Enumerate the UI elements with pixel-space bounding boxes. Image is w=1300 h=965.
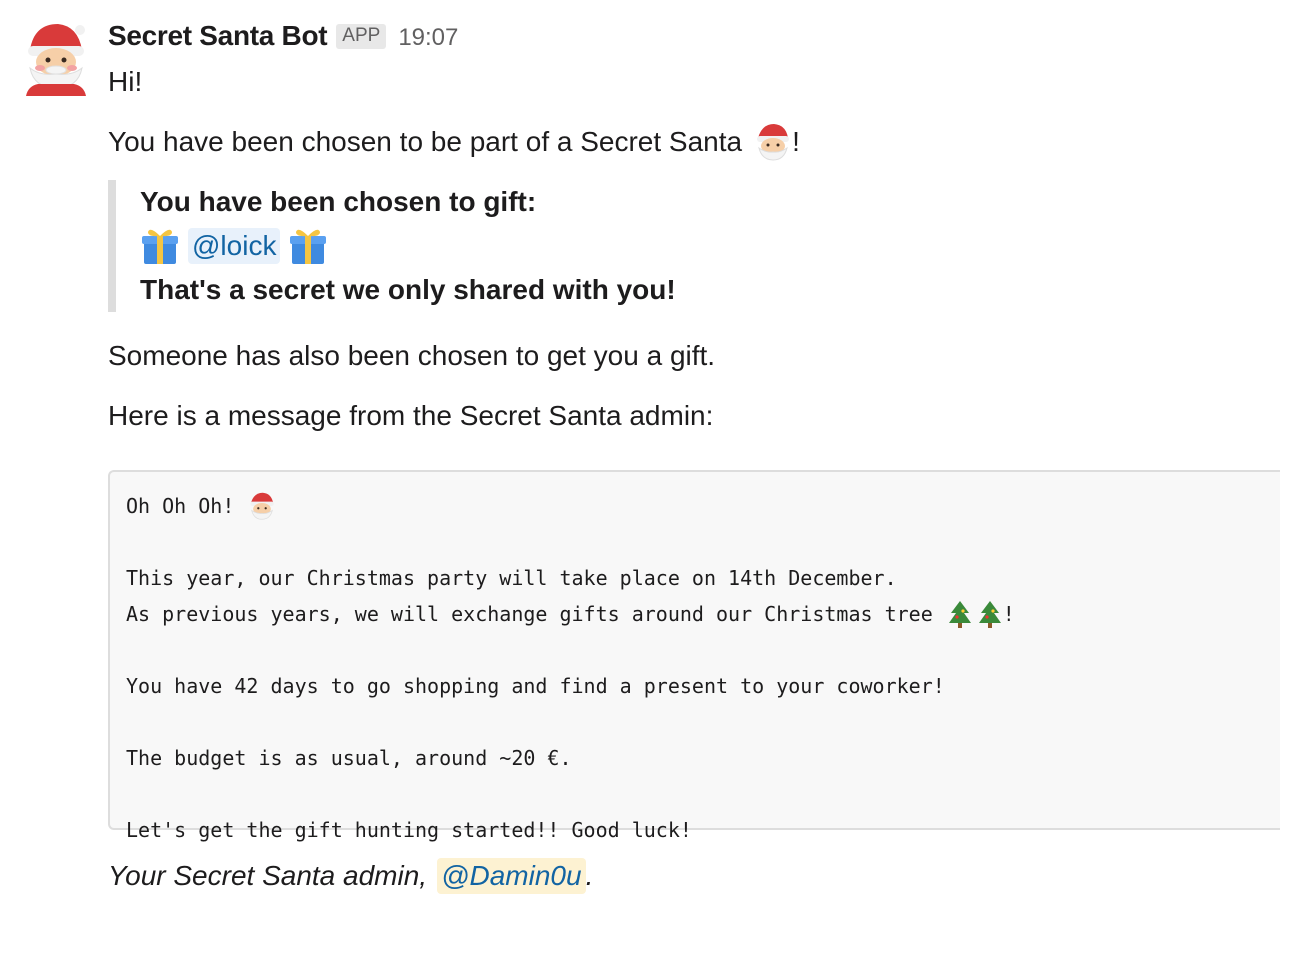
greeting-text: Hi! (108, 66, 143, 97)
admin-code-block: Oh Oh Oh! This year, our Christmas party… (108, 470, 1280, 842)
sender-name[interactable]: Secret Santa Bot (108, 20, 328, 52)
code-line: The budget is as usual, around ~20 €. (126, 746, 572, 770)
santa-avatar-icon[interactable] (24, 20, 88, 96)
santa-emoji-icon (757, 124, 790, 161)
admin-intro-text: Here is a message from the Secret Santa … (108, 400, 714, 431)
someone-text: Someone has also been chosen to get you … (108, 340, 716, 371)
admin-mention[interactable]: @Damin0u (437, 858, 586, 894)
quote-footer: That's a secret we only shared with you! (140, 274, 676, 305)
quote-title: You have been chosen to gift: (140, 186, 537, 217)
chosen-line: You have been chosen to be part of a Sec… (108, 122, 1300, 162)
santa-emoji-icon (250, 492, 275, 520)
code-line: Oh Oh Oh! (126, 488, 1264, 524)
code-line: Let's get the gift hunting started!! Goo… (126, 818, 692, 842)
christmas-tree-icon (978, 601, 1001, 628)
chosen-text: You have been chosen to be part of a Sec… (108, 126, 743, 157)
signature-suffix: . (585, 860, 594, 891)
code-line-suffix: ! (1002, 602, 1015, 626)
signature-text: Your Secret Santa admin, (108, 860, 428, 891)
recipient-mention[interactable]: @loick (188, 228, 281, 264)
app-badge: APP (336, 24, 387, 49)
code-line: As previous years, we will exchange gift… (126, 596, 1264, 632)
code-line: This year, our Christmas party will take… (126, 566, 897, 590)
gift-icon (290, 229, 327, 264)
chat-message: Secret Santa Bot APP 19:07 Hi! You have … (0, 0, 1300, 965)
admin-signature: Your Secret Santa admin, @Damin0u . (108, 856, 1300, 896)
message-timestamp[interactable]: 19:07 (398, 24, 458, 52)
chosen-suffix: ! (792, 126, 800, 157)
gift-icon (142, 229, 178, 264)
message-content: Secret Santa Bot APP 19:07 Hi! You have … (108, 20, 1300, 896)
message-header: Secret Santa Bot APP 19:07 (108, 20, 1300, 62)
code-line: You have 42 days to go shopping and find… (126, 674, 945, 698)
code-line-text: Oh Oh Oh! (126, 494, 235, 518)
christmas-tree-icon (948, 601, 971, 628)
code-line-text: As previous years, we will exchange gift… (126, 602, 933, 626)
quote-mention-line: @loick (140, 224, 1300, 268)
gift-quote-block: You have been chosen to gift: @loick Tha… (108, 180, 1300, 312)
